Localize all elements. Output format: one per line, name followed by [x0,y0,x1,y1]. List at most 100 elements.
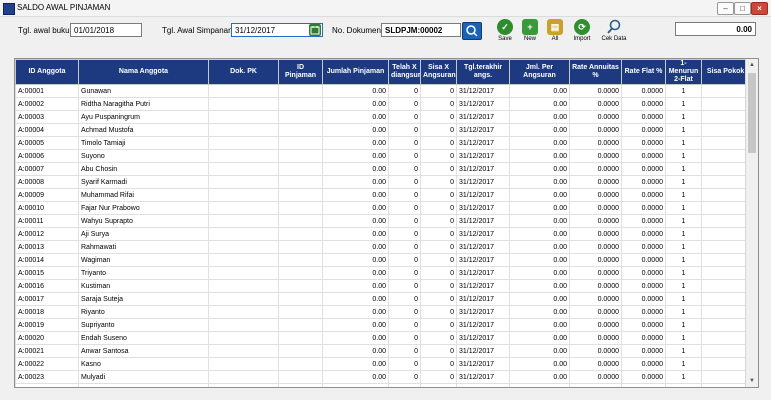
table-cell-tgl[interactable]: 31/12/2017 [456,175,510,189]
table-cell-tgl[interactable]: 31/12/2017 [456,84,510,98]
table-cell-rate-a[interactable]: 0.0000 [569,292,622,306]
table-cell-sisa[interactable]: 0 [420,110,457,124]
table-cell-id[interactable]: A:00021 [15,344,79,358]
table-cell-dok[interactable] [208,331,279,345]
table-cell-jml[interactable]: 0.00 [509,357,570,371]
table-cell-tipe[interactable]: 1 [665,188,702,202]
table-cell-sisa[interactable]: 0 [420,370,457,384]
table-cell-idp[interactable] [278,279,323,293]
table-cell-tgl[interactable]: 31/12/2017 [456,123,510,137]
table-cell-rate-f[interactable]: 0.0000 [621,136,666,150]
table-cell-rate-f[interactable]: 0.0000 [621,331,666,345]
table-cell-id[interactable]: A:00016 [15,279,79,293]
table-cell-dok[interactable] [208,344,279,358]
table-cell-dok[interactable] [208,149,279,163]
table-cell-jumlah[interactable]: 0.00 [322,201,389,215]
table-cell-dok[interactable] [208,175,279,189]
table-cell-idp[interactable] [278,370,323,384]
table-cell-jml[interactable]: 0.00 [509,214,570,228]
table-cell-jml[interactable]: 0.00 [509,97,570,111]
table-cell-idp[interactable] [278,162,323,176]
table-cell-rate-a[interactable]: 0.0000 [569,370,622,384]
col-header[interactable]: Jml. Per Angsuran [509,59,570,85]
table-cell-dok[interactable] [208,370,279,384]
table-cell-rate-f[interactable]: 0.0000 [621,201,666,215]
table-cell-jumlah[interactable]: 0.00 [322,188,389,202]
table-cell-tipe[interactable]: 1 [665,331,702,345]
table-cell-rate-f[interactable]: 0.0000 [621,279,666,293]
table-cell-jml[interactable]: 0.00 [509,162,570,176]
col-header[interactable]: Dok. PK [208,59,279,85]
table-cell-jumlah[interactable]: 0.00 [322,149,389,163]
table-cell-jml[interactable]: 0.00 [509,240,570,254]
table-cell-tipe[interactable]: 1 [665,84,702,98]
table-cell-dok[interactable] [208,253,279,267]
table-cell-dok[interactable] [208,136,279,150]
table-cell-sisa[interactable]: 0 [420,136,457,150]
table-cell-rate-f[interactable]: 0.0000 [621,97,666,111]
table-cell-id[interactable]: A:00003 [15,110,79,124]
cek-data-button[interactable]: Cek Data [597,19,631,42]
table-cell-rate-f[interactable]: 0.0000 [621,305,666,319]
table-cell-tipe[interactable]: 1 [665,357,702,371]
table-cell-sisa[interactable]: 0 [420,266,457,280]
table-cell-id[interactable]: A:00017 [15,292,79,306]
table-cell-rate-a[interactable]: 0.0000 [569,318,622,332]
table-cell-rate-f[interactable]: 0.0000 [621,383,666,387]
table-cell-tipe[interactable]: 1 [665,253,702,267]
table-cell-jumlah[interactable]: 0.00 [322,240,389,254]
table-cell-telah[interactable]: 0 [388,227,421,241]
table-cell-tipe[interactable]: 1 [665,279,702,293]
table-cell-dok[interactable] [208,162,279,176]
table-cell-jumlah[interactable]: 0.00 [322,110,389,124]
table-cell-rate-f[interactable]: 0.0000 [621,188,666,202]
table-cell-tipe[interactable]: 1 [665,344,702,358]
table-cell-tgl[interactable]: 31/12/2017 [456,344,510,358]
table-cell-jml[interactable]: 0.00 [509,227,570,241]
table-cell-idp[interactable] [278,149,323,163]
table-cell-rate-a[interactable]: 0.0000 [569,123,622,137]
col-header[interactable]: Sisa X Angsuran [420,59,457,85]
col-header[interactable]: Telah X diangsur [388,59,421,85]
table-cell-rate-a[interactable]: 0.0000 [569,175,622,189]
table-row[interactable]: A:00015 Triyanto 0.00 0 0 31/12/2017 0.00 0.000… [15,266,758,280]
table-cell-id[interactable]: A:00011 [15,214,79,228]
table-cell-tgl[interactable]: 31/12/2017 [456,97,510,111]
table-cell-rate-a[interactable]: 0.0000 [569,357,622,371]
table-row[interactable]: A:00004 Achmad Mustofa 0.00 0 0 31/12/2017 0.0… [15,123,758,137]
table-cell-tipe[interactable]: 1 [665,266,702,280]
maximize-button[interactable]: □ [734,2,751,15]
table-cell-rate-a[interactable]: 0.0000 [569,188,622,202]
table-cell-nama[interactable]: Wagiman [78,253,209,267]
table-row[interactable]: A:00018 Riyanto 0.00 0 0 31/12/2017 0.00 0.0000… [15,305,758,319]
table-cell-jumlah[interactable]: 0.00 [322,175,389,189]
table-cell-rate-f[interactable]: 0.0000 [621,318,666,332]
table-cell-rate-a[interactable]: 0.0000 [569,84,622,98]
table-cell-telah[interactable]: 0 [388,331,421,345]
table-cell-rate-a[interactable]: 0.0000 [569,344,622,358]
table-cell-tgl[interactable]: 31/12/2017 [456,214,510,228]
table-cell-jumlah[interactable]: 0.00 [322,383,389,387]
table-cell-telah[interactable]: 0 [388,214,421,228]
table-row[interactable]: A:00020 Endah Suseno 0.00 0 0 31/12/2017 0.00 0… [15,331,758,345]
table-cell-telah[interactable]: 0 [388,149,421,163]
table-cell-idp[interactable] [278,136,323,150]
table-row[interactable]: A:00010 Fajar Nur Prabowo 0.00 0 0 31/12/2017… [15,201,758,215]
table-cell-jml[interactable]: 0.00 [509,84,570,98]
table-cell-rate-a[interactable]: 0.0000 [569,279,622,293]
table-cell-tgl[interactable]: 31/12/2017 [456,292,510,306]
table-cell-telah[interactable]: 0 [388,305,421,319]
table-cell-nama[interactable]: Rahmawati [78,240,209,254]
table-cell-id[interactable]: A:00004 [15,123,79,137]
table-cell-rate-f[interactable]: 0.0000 [621,227,666,241]
table-cell-nama[interactable]: Syarif Karmadi [78,175,209,189]
table-cell-dok[interactable] [208,305,279,319]
table-cell-jml[interactable]: 0.00 [509,188,570,202]
table-cell-dok[interactable] [208,357,279,371]
table-cell-tipe[interactable]: 1 [665,97,702,111]
table-cell-tgl[interactable]: 31/12/2017 [456,331,510,345]
table-cell-jml[interactable]: 0.00 [509,253,570,267]
table-cell-jumlah[interactable]: 0.00 [322,227,389,241]
table-cell-dok[interactable] [208,110,279,124]
table-cell-dok[interactable] [208,318,279,332]
